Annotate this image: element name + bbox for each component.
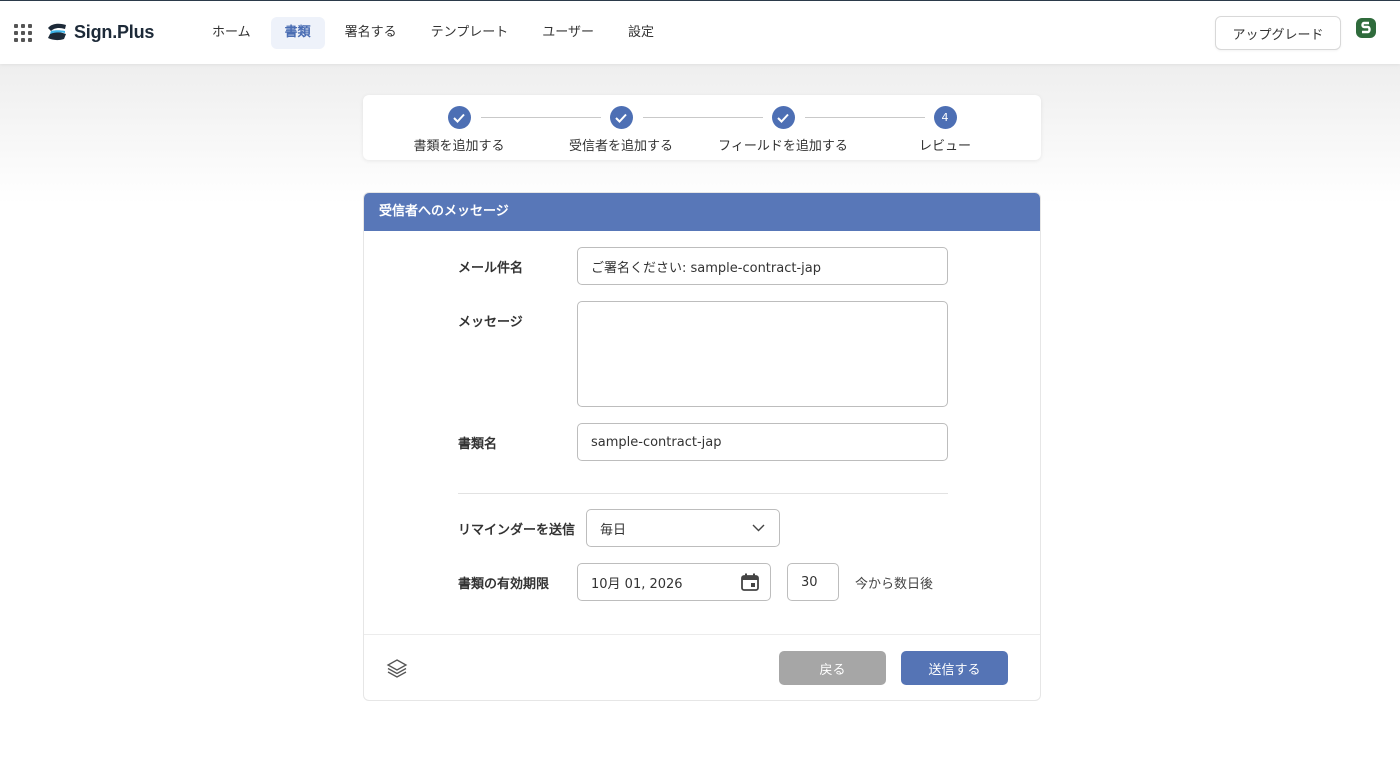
nav-item-documents[interactable]: 書類 (270, 17, 325, 49)
progress-stepper: 書類を追加する 受信者を追加する フィールドを追加する 4 レビュー (363, 95, 1041, 160)
message-card: 受信者へのメッセージ メール件名 ご署名ください: sample-contrac… (363, 192, 1041, 701)
document-name-input[interactable]: sample-contract-jap (577, 423, 948, 461)
main-nav: ホーム 書類 署名する テンプレート ユーザー 設定 (198, 17, 668, 49)
upgrade-button[interactable]: アップグレード (1215, 16, 1341, 50)
check-icon (771, 106, 795, 129)
step-review[interactable]: 4 レビュー (865, 106, 1025, 154)
step-add-fields[interactable]: フィールドを追加する (703, 106, 863, 154)
back-button[interactable]: 戻る (779, 651, 886, 685)
user-avatar-icon[interactable] (1355, 17, 1377, 39)
step-label: フィールドを追加する (718, 139, 848, 154)
step-number: 4 (933, 106, 957, 129)
chevron-down-icon (752, 524, 765, 532)
step-label: 受信者を追加する (568, 139, 673, 154)
apps-grid-icon[interactable] (14, 24, 32, 42)
app-logo[interactable]: Sign.Plus (46, 21, 154, 43)
expiry-date-input[interactable]: 10月 01, 2026 (577, 563, 771, 601)
logo-text: Sign.Plus (74, 21, 155, 42)
nav-item-sign[interactable]: 署名する (331, 17, 411, 49)
message-label: メッセージ (458, 315, 523, 330)
card-title: 受信者へのメッセージ (364, 193, 1040, 231)
top-bar: Sign.Plus ホーム 書類 署名する テンプレート ユーザー 設定 アップ… (0, 0, 1400, 64)
footer-divider (364, 634, 1040, 635)
message-textarea[interactable] (577, 301, 948, 407)
calendar-icon[interactable] (740, 572, 760, 592)
check-icon (447, 106, 471, 129)
nav-item-users[interactable]: ユーザー (528, 17, 608, 49)
expiry-days-input[interactable]: 30 (787, 563, 839, 601)
expiry-days-suffix: 今から数日後 (855, 577, 934, 592)
nav-item-home[interactable]: ホーム (198, 17, 265, 49)
sign-plus-logo-icon (48, 23, 66, 41)
subject-label: メール件名 (458, 261, 524, 276)
subject-input[interactable]: ご署名ください: sample-contract-jap (577, 247, 948, 285)
expiry-label: 書類の有効期限 (458, 577, 550, 592)
layers-icon[interactable] (386, 657, 408, 679)
step-label: 書類を追加する (413, 139, 505, 154)
send-button[interactable]: 送信する (901, 651, 1008, 685)
step-add-document[interactable]: 書類を追加する (379, 106, 539, 154)
reminder-select[interactable]: 毎日 (586, 509, 780, 547)
document-name-label: 書類名 (458, 437, 498, 452)
expiry-date-value: 10月 01, 2026 (591, 576, 683, 592)
reminder-select-value: 毎日 (600, 522, 627, 538)
nav-item-settings[interactable]: 設定 (614, 17, 668, 49)
step-add-recipients[interactable]: 受信者を追加する (541, 106, 701, 154)
reminder-label: リマインダーを送信 (458, 523, 576, 538)
nav-item-templates[interactable]: テンプレート (417, 17, 523, 49)
section-divider (458, 493, 948, 494)
check-icon (609, 106, 633, 129)
step-label: レビュー (918, 139, 971, 154)
